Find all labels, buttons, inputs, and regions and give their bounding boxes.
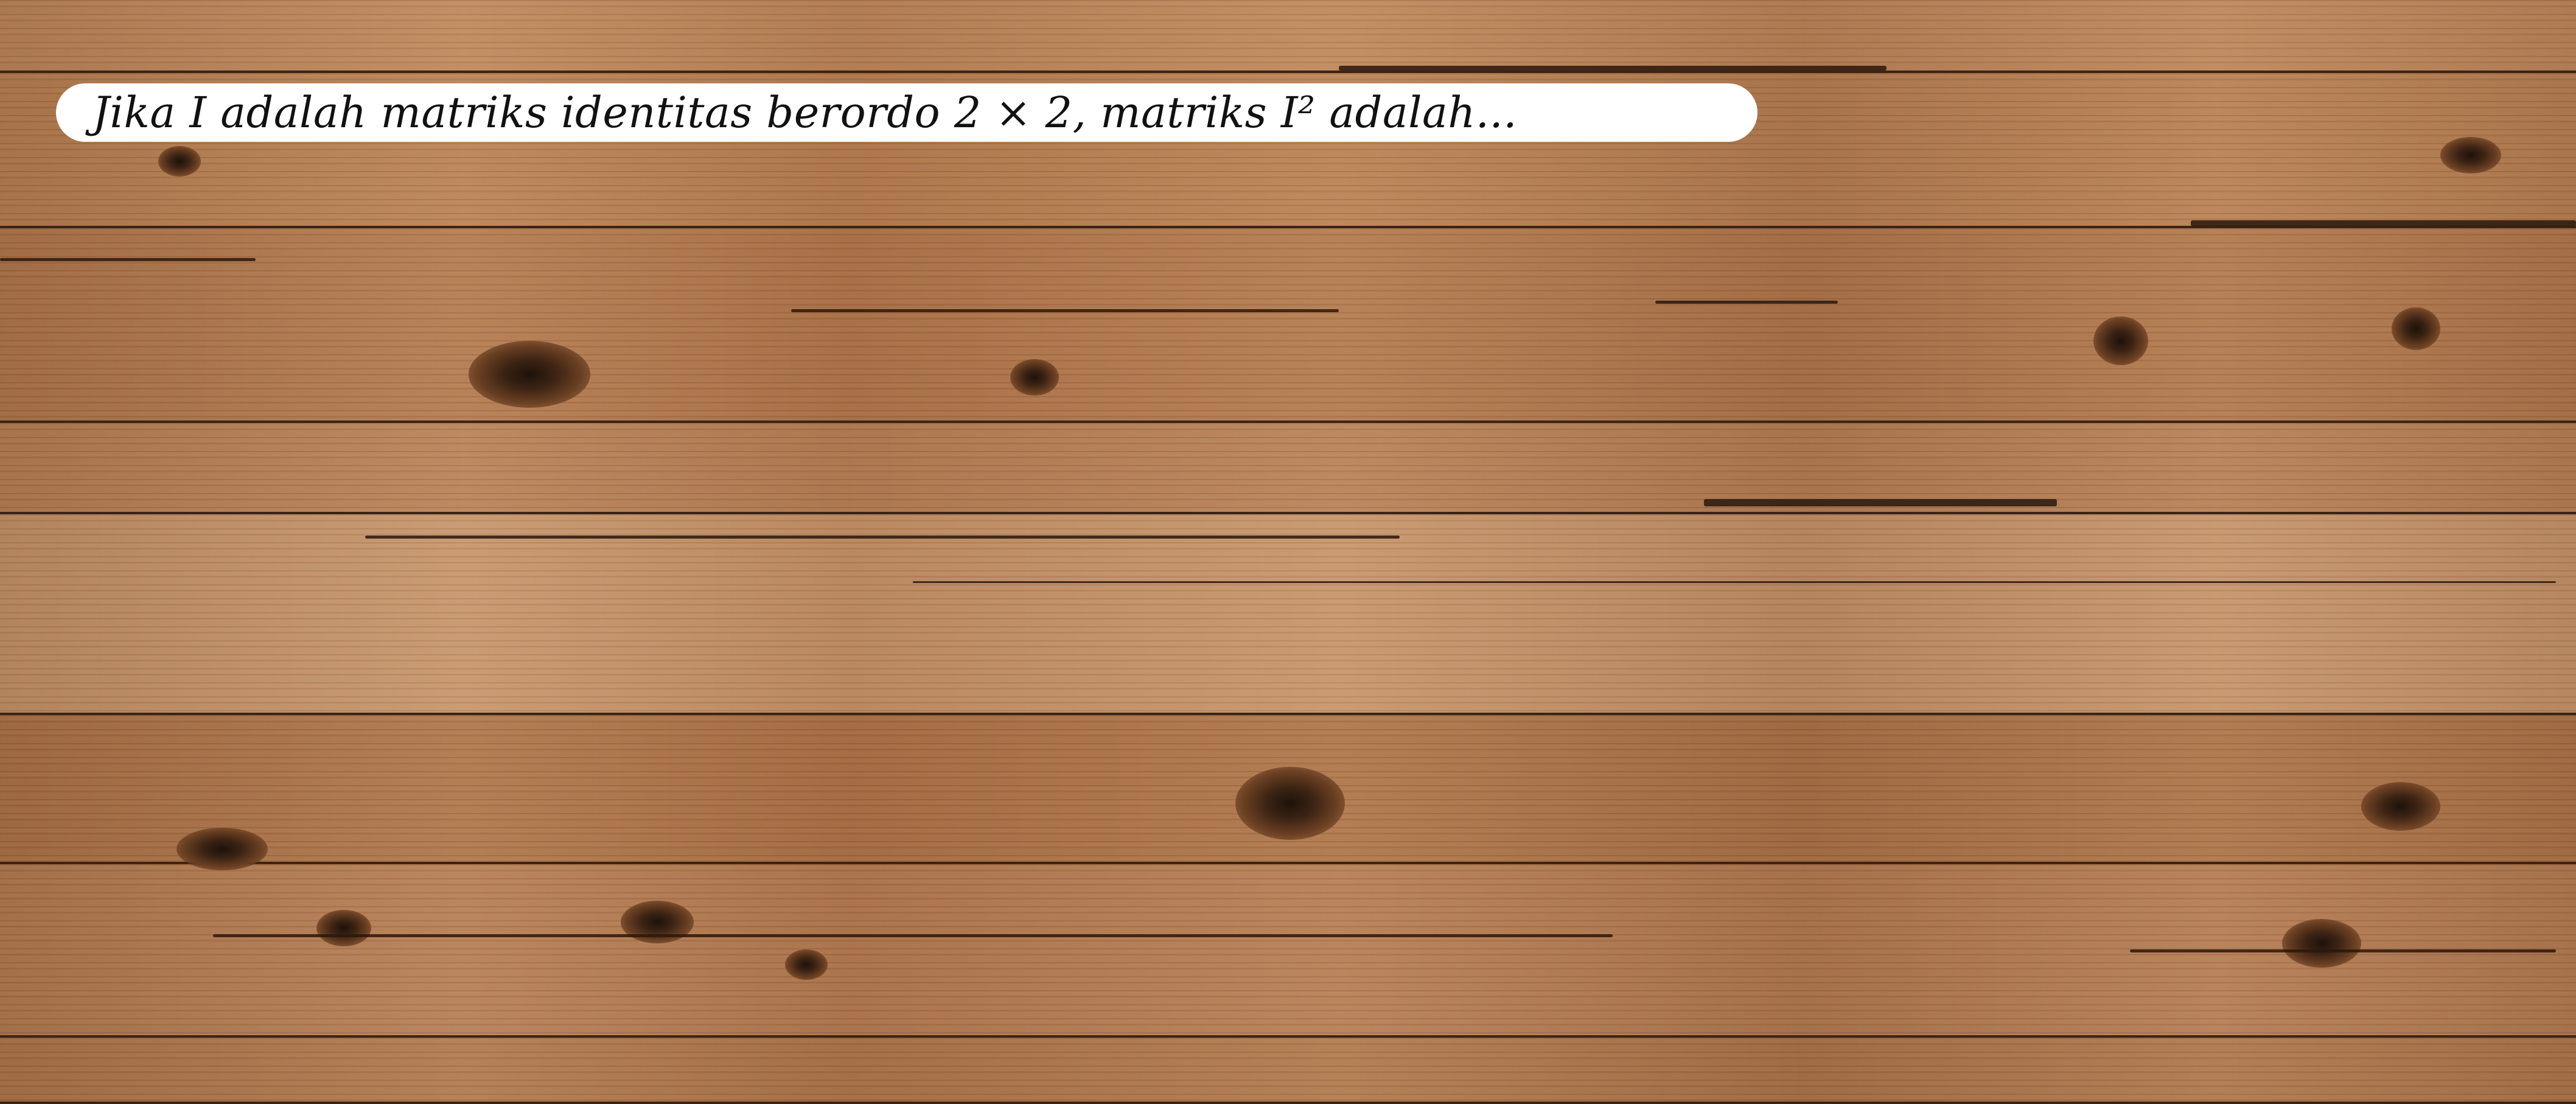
wood-knot bbox=[2392, 307, 2440, 350]
wood-plank bbox=[0, 1038, 2576, 1104]
wood-plank bbox=[0, 514, 2576, 715]
wood-background bbox=[0, 0, 2576, 1104]
wood-knot bbox=[2282, 919, 2361, 968]
wood-plank bbox=[0, 228, 2576, 423]
wood-crack bbox=[1339, 66, 1887, 71]
wood-knot bbox=[785, 949, 828, 980]
wood-knot bbox=[2361, 782, 2440, 831]
wood-plank bbox=[0, 423, 2576, 514]
question-text: Jika I adalah matriks identitas berordo … bbox=[92, 88, 1518, 138]
question-banner: Jika I adalah matriks identitas berordo … bbox=[56, 83, 1757, 142]
wood-knot bbox=[2440, 137, 2501, 173]
wood-crack bbox=[913, 581, 2556, 583]
wood-knot bbox=[1010, 359, 1059, 396]
wood-knot bbox=[158, 146, 201, 176]
wood-crack bbox=[2130, 949, 2556, 952]
wood-crack bbox=[791, 309, 1339, 312]
wood-crack bbox=[365, 536, 1400, 539]
wood-crack bbox=[213, 934, 1613, 937]
wood-knot bbox=[176, 828, 268, 870]
wood-crack bbox=[0, 258, 256, 261]
wood-crack bbox=[1704, 499, 2057, 506]
wood-knot bbox=[2093, 316, 2148, 365]
wood-crack bbox=[2191, 220, 2576, 226]
wood-plank bbox=[0, 0, 2576, 73]
wood-knot bbox=[316, 910, 371, 946]
wood-knot bbox=[469, 341, 590, 408]
wood-crack bbox=[1655, 301, 1838, 304]
wood-knot bbox=[1235, 767, 1345, 840]
